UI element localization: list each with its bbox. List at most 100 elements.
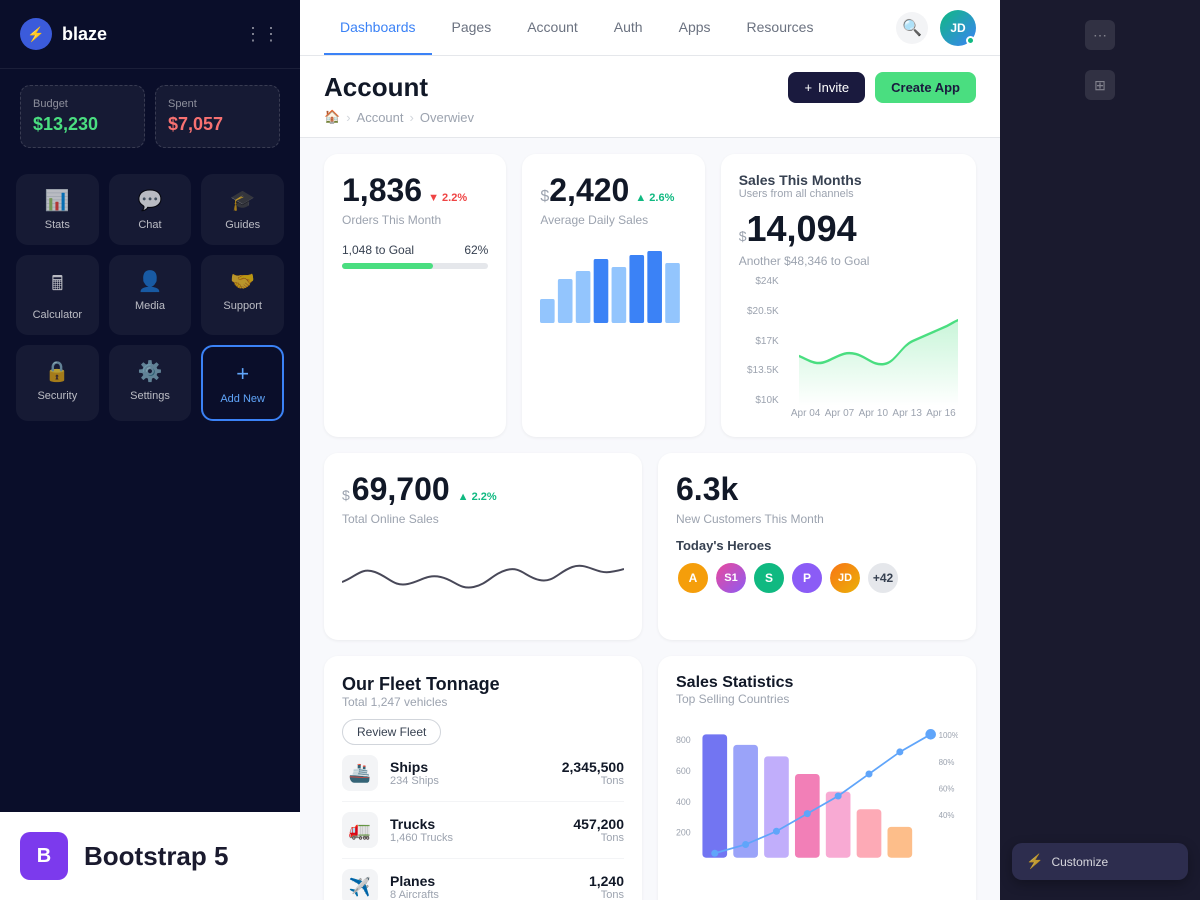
right-panel: ⋯ ⊞ ⚡ Customize <box>1000 0 1200 900</box>
sidebar: ⚡ blaze ⋮⋮ Budget $13,230 Spent $7,057 📊… <box>0 0 300 900</box>
page-title: Account <box>324 72 474 103</box>
tab-apps[interactable]: Apps <box>663 0 727 55</box>
svg-text:400: 400 <box>676 797 691 807</box>
tab-dashboards[interactable]: Dashboards <box>324 0 432 55</box>
metrics-row-2: $ 69,700 ▲ 2.2% Total Online Sales 6.3k … <box>324 453 976 640</box>
tab-resources[interactable]: Resources <box>731 0 830 55</box>
sales-month-subtitle: Users from all channels <box>739 188 862 200</box>
progress-label: 1,048 to Goal <box>342 243 414 257</box>
svg-text:60%: 60% <box>939 785 955 794</box>
svg-text:100%: 100% <box>939 731 958 740</box>
heroes-section: Today's Heroes A S1 S P JD +42 <box>676 538 958 595</box>
sidebar-label-media: Media <box>135 300 165 312</box>
user-avatar[interactable]: JD <box>940 10 976 46</box>
sales-big-value: 14,094 <box>747 208 857 250</box>
customize-label: Customize <box>1051 855 1108 869</box>
rp-icon-2[interactable]: ⊞ <box>1085 70 1115 100</box>
sidebar-item-calculator[interactable]: 🖩 Calculator <box>16 255 99 335</box>
right-panel-icons: ⋯ ⊞ <box>1000 0 1200 120</box>
orders-badge: ▼ 2.2% <box>428 192 467 204</box>
sidebar-item-settings[interactable]: ⚙️ Settings <box>109 345 192 421</box>
bootstrap-icon: B <box>20 832 68 880</box>
budget-label: Budget <box>33 98 132 110</box>
metrics-row-1: 1,836 ▼ 2.2% Orders This Month 1,048 to … <box>324 154 976 437</box>
line-chart-container: $24K $20.5K $17K $13.5K $10K <box>739 276 958 419</box>
bootstrap-label: Bootstrap 5 <box>84 841 228 872</box>
progress-header: 1,048 to Goal 62% <box>342 243 488 257</box>
tab-pages[interactable]: Pages <box>436 0 508 55</box>
stats-icon: 📊 <box>45 188 70 213</box>
sidebar-item-guides[interactable]: 🎓 Guides <box>201 174 284 245</box>
breadcrumb-home[interactable]: 🏠 <box>324 109 340 125</box>
heroes-label: Today's Heroes <box>676 538 958 553</box>
tab-auth[interactable]: Auth <box>598 0 659 55</box>
ships-value: 2,345,500 <box>562 759 624 775</box>
budget-section: Budget $13,230 Spent $7,057 <box>0 69 300 164</box>
sidebar-label-support: Support <box>223 300 262 312</box>
bar-chart-svg <box>540 243 686 323</box>
budget-value: $13,230 <box>33 114 132 135</box>
sidebar-item-stats[interactable]: 📊 Stats <box>16 174 99 245</box>
spent-card: Spent $7,057 <box>155 85 280 148</box>
logo-area: ⚡ blaze <box>20 18 107 50</box>
invite-button[interactable]: + Invite <box>788 72 865 103</box>
create-app-button[interactable]: Create App <box>875 72 976 103</box>
progress-percent: 62% <box>464 243 488 257</box>
sidebar-item-media[interactable]: 👤 Media <box>109 255 192 335</box>
fleet-item-trucks: 🚛 Trucks 1,460 Trucks 457,200 Tons <box>342 802 624 859</box>
breadcrumb-account[interactable]: Account <box>357 110 404 125</box>
planes-value: 1,240 <box>589 873 624 889</box>
spent-value: $7,057 <box>168 114 267 135</box>
total-online-card: $ 69,700 ▲ 2.2% Total Online Sales <box>324 453 642 640</box>
top-nav-right: 🔍 JD <box>896 10 976 46</box>
hero-avatar-5: JD <box>828 561 862 595</box>
daily-sales-card: $ 2,420 ▲ 2.6% Average Daily Sales <box>522 154 704 437</box>
planes-name: Planes <box>390 873 439 889</box>
rp-icon-1[interactable]: ⋯ <box>1085 20 1115 50</box>
ships-icon: 🚢 <box>342 755 378 791</box>
progress-bar-background <box>342 263 488 269</box>
new-customers-card: 6.3k New Customers This Month Today's He… <box>658 453 976 640</box>
planes-unit: Tons <box>589 889 624 900</box>
trucks-value: 457,200 <box>573 816 624 832</box>
sidebar-item-support[interactable]: 🤝 Support <box>201 255 284 335</box>
customize-bar[interactable]: ⚡ Customize <box>1012 843 1188 880</box>
ships-sub: 234 Ships <box>390 775 439 787</box>
sidebar-label-calculator: Calculator <box>33 309 83 321</box>
dark-blob-svg <box>1000 0 1200 900</box>
logo-icon: ⚡ <box>20 18 52 50</box>
svg-text:200: 200 <box>676 828 691 838</box>
nav-tabs: Dashboards Pages Account Auth Apps Resou… <box>324 0 829 55</box>
tab-account[interactable]: Account <box>511 0 594 55</box>
sidebar-label-stats: Stats <box>45 219 70 231</box>
hero-avatar-3: S <box>752 561 786 595</box>
top-navigation: Dashboards Pages Account Auth Apps Resou… <box>300 0 1000 56</box>
sales-statistics-card: Sales Statistics Top Selling Countries 8… <box>658 656 976 900</box>
nav-grid: 📊 Stats 💬 Chat 🎓 Guides 🖩 Calculator 👤 M… <box>0 164 300 427</box>
fleet-subtitle: Total 1,247 vehicles <box>342 695 624 709</box>
bar-chart <box>540 243 686 323</box>
svg-text:600: 600 <box>676 766 691 776</box>
orders-label: Orders This Month <box>342 213 488 227</box>
sidebar-item-security[interactable]: 🔒 Security <box>16 345 99 421</box>
sidebar-item-chat[interactable]: 💬 Chat <box>109 174 192 245</box>
sidebar-label-settings: Settings <box>130 390 170 402</box>
page-header: Account 🏠 › Account › Overwiev + Invite … <box>300 56 1000 138</box>
new-customers-label: New Customers This Month <box>676 512 958 526</box>
trucks-icon: 🚛 <box>342 812 378 848</box>
sidebar-item-add-new[interactable]: + Add New <box>201 345 284 421</box>
metrics-row-3: Our Fleet Tonnage Total 1,247 vehicles R… <box>324 656 976 900</box>
menu-icon[interactable]: ⋮⋮ <box>244 24 280 45</box>
review-fleet-button[interactable]: Review Fleet <box>342 719 441 745</box>
dashboard-content: 1,836 ▼ 2.2% Orders This Month 1,048 to … <box>300 138 1000 900</box>
svg-text:800: 800 <box>676 735 691 745</box>
breadcrumb: 🏠 › Account › Overwiev <box>324 109 474 125</box>
sales-line-chart-svg <box>799 276 958 406</box>
search-button[interactable]: 🔍 <box>896 12 928 44</box>
customize-icon: ⚡ <box>1026 853 1043 870</box>
fleet-title: Our Fleet Tonnage <box>342 674 624 695</box>
fleet-item-planes: ✈️ Planes 8 Aircrafts 1,240 Tons <box>342 859 624 900</box>
daily-sales-label: Average Daily Sales <box>540 213 686 227</box>
orders-value: 1,836 <box>342 172 422 209</box>
breadcrumb-current: Overwiev <box>420 110 474 125</box>
